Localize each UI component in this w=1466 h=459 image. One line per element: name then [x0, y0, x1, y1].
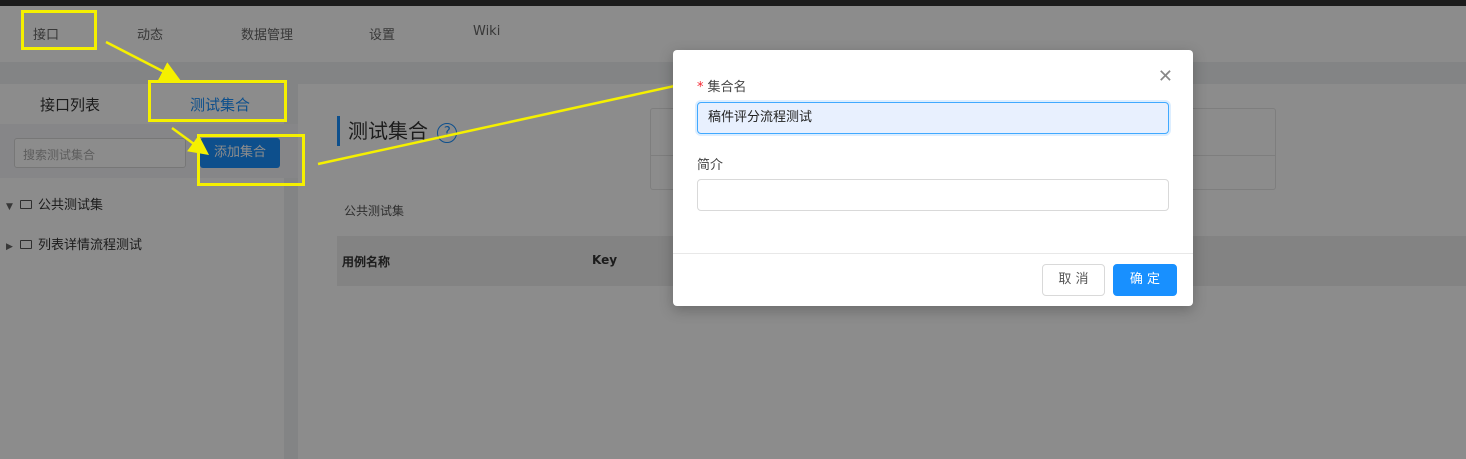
collection-name-label-text: 集合名 — [707, 80, 747, 95]
annotation-arrow-3 — [317, 66, 739, 166]
annotation-arrow-2 — [171, 126, 210, 155]
add-collection-modal: ✕ * 集合名 稿件评分流程测试 简介 取 消 确 定 — [673, 50, 1193, 306]
close-icon[interactable]: ✕ — [1158, 68, 1173, 86]
confirm-button[interactable]: 确 定 — [1113, 264, 1177, 296]
annotation-arrow-1 — [105, 40, 181, 81]
modal-footer-divider — [673, 253, 1193, 254]
required-mark: * — [697, 80, 704, 95]
cancel-button[interactable]: 取 消 — [1042, 264, 1105, 296]
description-label: 简介 — [697, 158, 724, 173]
collection-name-input[interactable]: 稿件评分流程测试 — [697, 102, 1169, 134]
collection-name-label: * 集合名 — [697, 76, 747, 95]
description-input[interactable] — [697, 179, 1169, 211]
